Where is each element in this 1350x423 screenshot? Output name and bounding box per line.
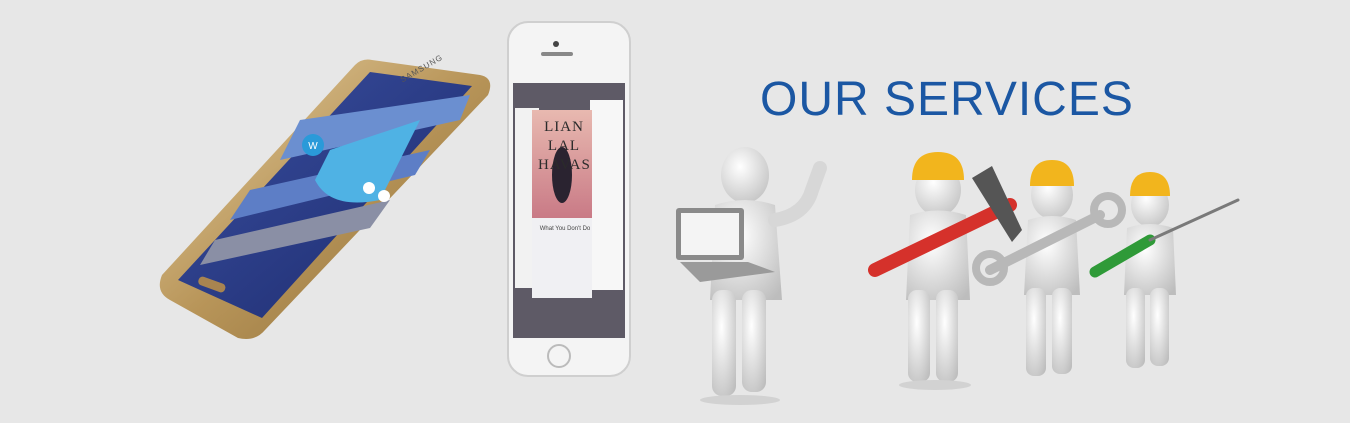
album-art-text: LIAN LAL HAVAS: [538, 119, 591, 173]
page-title: OUR SERVICES: [760, 73, 1134, 126]
smartphone-icon: W: [159, 59, 491, 340]
now-playing-title: What You Don't Do: [539, 226, 591, 232]
services-banner: W SAMSUNG LIAN LAL HAVAS What You Don't …: [0, 0, 1350, 423]
worker-figure-icon: [1124, 172, 1176, 368]
iphone-icon: [507, 21, 631, 377]
hard-hat-icon: [1130, 172, 1170, 196]
hard-hat-icon: [1030, 160, 1074, 186]
worker-figure-icon: [1024, 160, 1080, 376]
badge-letter: W: [308, 141, 318, 152]
hard-hat-icon: [912, 152, 964, 180]
banner-illustration: W: [159, 21, 1240, 405]
worker-figure-icon: [899, 152, 971, 390]
